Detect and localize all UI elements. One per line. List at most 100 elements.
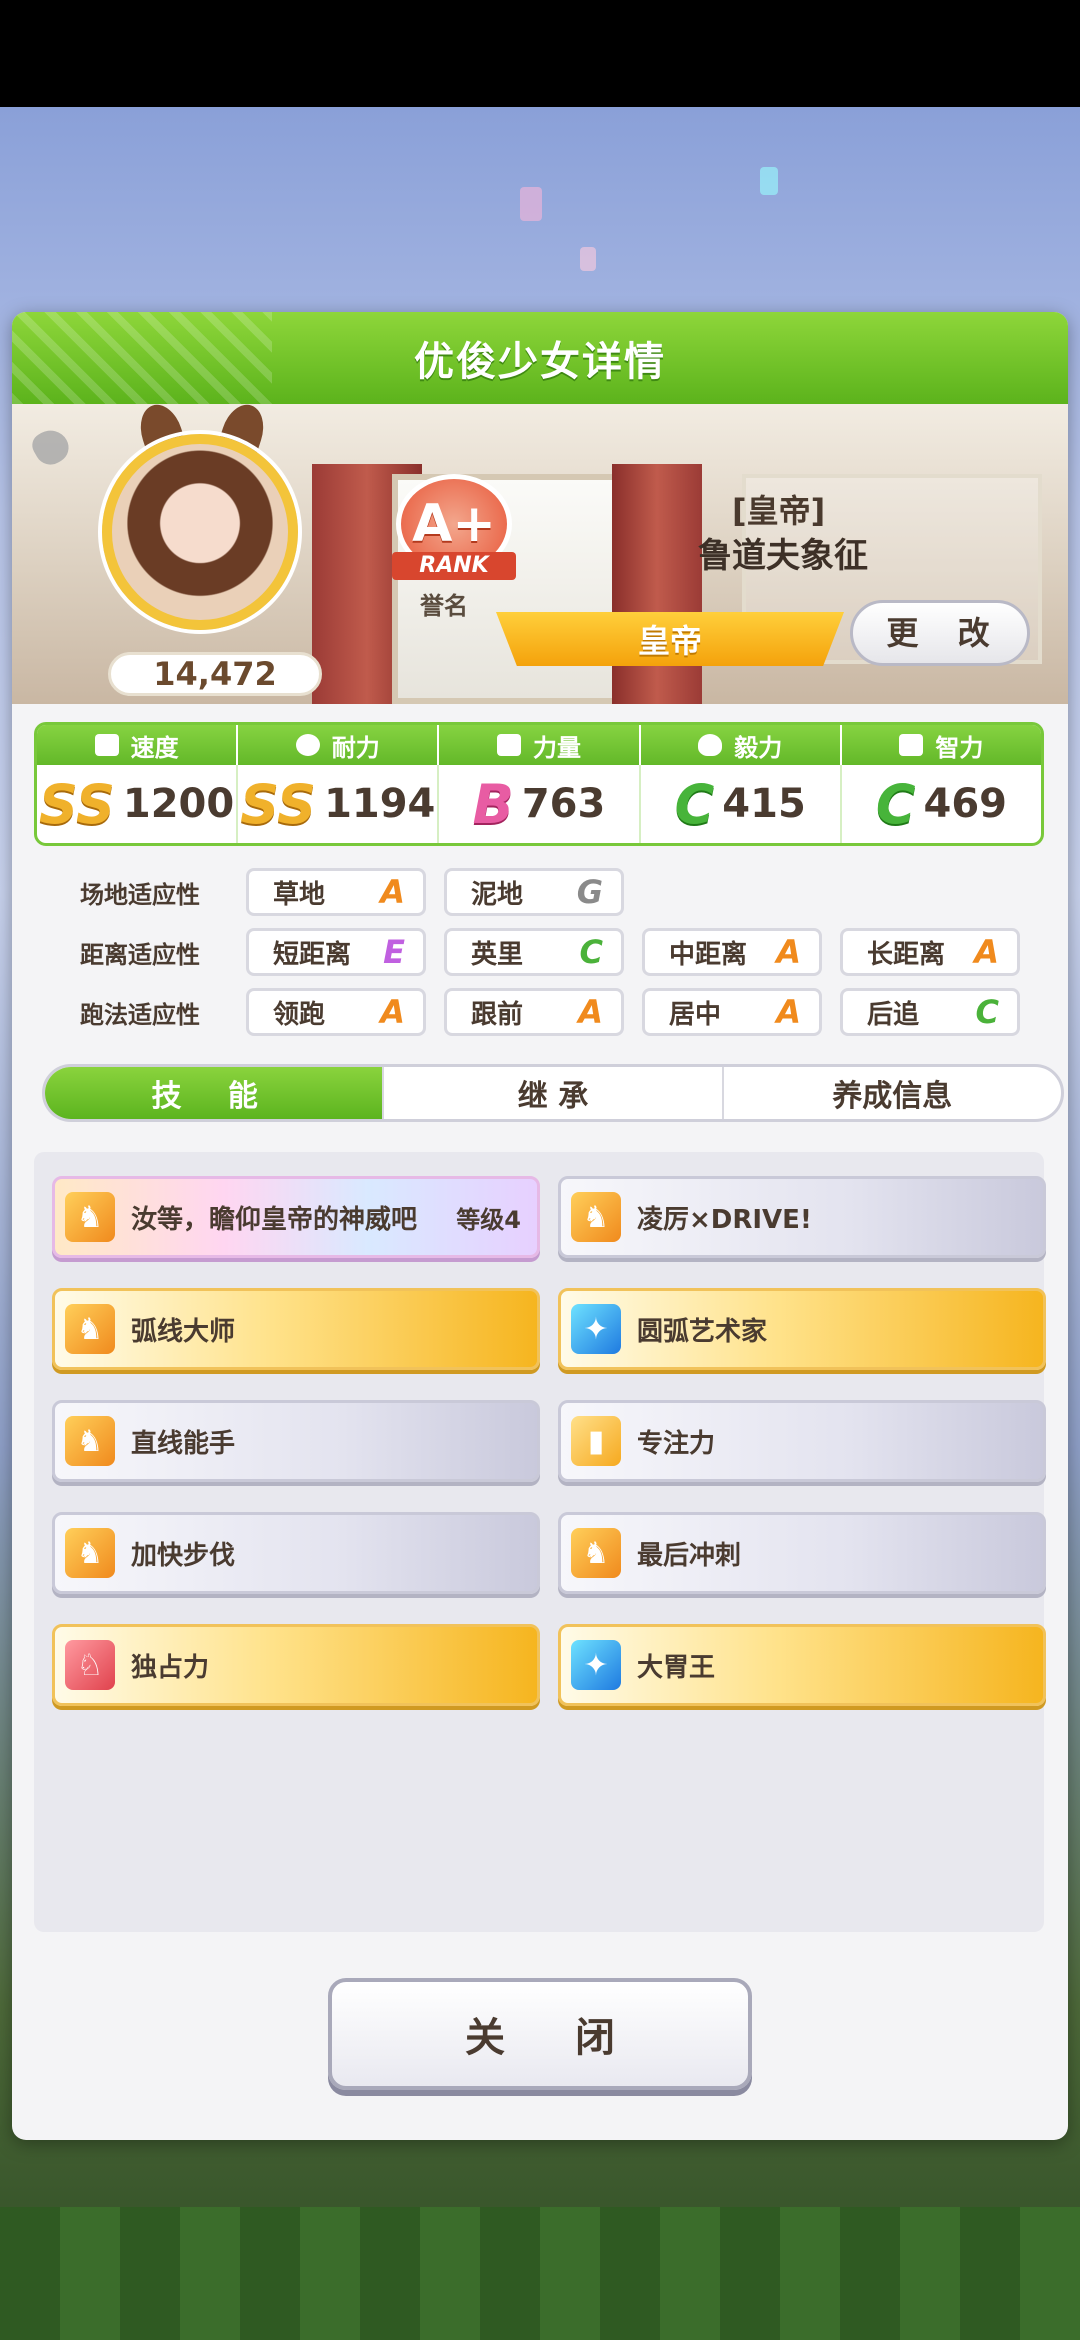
- muscle-icon: [497, 734, 521, 756]
- profile-banner: 14,472 A+ RANK 誉名 [皇帝] 鲁道夫象征 皇帝 更 改: [12, 404, 1068, 704]
- skill-card[interactable]: ✦ 圆弧艺术家: [558, 1288, 1046, 1370]
- skill-grid: ♞ 汝等，瞻仰皇帝的神威吧 等级4 ♞ 凌厉×DRIVE! ♞ 弧线大师 ✦ 圆…: [52, 1176, 1046, 1706]
- character-avatar[interactable]: [102, 434, 298, 630]
- stats-panel: 速度 耐力 力量 毅力 智力 SS 1200 SS 1194 B 763 C 415 C…: [34, 722, 1044, 846]
- aptitude-name: 英里: [471, 939, 524, 970]
- aptitude-label: 距离适应性: [80, 940, 200, 969]
- aptitude-grade: C: [975, 993, 999, 1031]
- skill-card[interactable]: ♞ 加快步伐: [52, 1512, 540, 1594]
- stat-value: 1194: [324, 781, 436, 827]
- aptitude-name: 居中: [669, 999, 722, 1030]
- curtain-decoration: [612, 464, 702, 704]
- stat-power: B 763: [439, 765, 641, 843]
- title-bracket: [皇帝]: [732, 492, 826, 530]
- focus-gate-icon: ▮: [571, 1416, 621, 1466]
- header-pattern: [12, 312, 272, 404]
- status-bar: [0, 0, 1080, 107]
- stat-header-stamina: 耐力: [238, 725, 440, 765]
- stats-values: SS 1200 SS 1194 B 763 C 415 C 469: [37, 765, 1041, 843]
- stat-grade: SS: [240, 772, 317, 836]
- aptitude-label: 跑法适应性: [80, 1000, 200, 1029]
- stat-header-wisdom: 智力: [842, 725, 1041, 765]
- sparkle-decoration: [760, 167, 778, 195]
- stat-header-power: 力量: [439, 725, 641, 765]
- stat-name: 力量: [533, 733, 581, 762]
- dialog-header: 优俊少女详情: [12, 312, 1068, 404]
- tab-skills[interactable]: 技 能: [45, 1067, 385, 1119]
- aptitude-cell: 后追 C: [840, 988, 1020, 1036]
- style-aptitude-row: 跑法适应性 领跑 A 跟前 A 居中 A 后追 C: [34, 986, 1044, 1038]
- stat-stamina: SS 1194: [238, 765, 440, 843]
- sparkle-decoration: [520, 187, 542, 221]
- skill-card[interactable]: ♞ 弧线大师: [52, 1288, 540, 1370]
- change-title-button[interactable]: 更 改: [850, 600, 1030, 666]
- character-name: 鲁道夫象征: [698, 536, 868, 576]
- aptitude-name: 泥地: [471, 879, 524, 910]
- stat-value: 1200: [122, 781, 235, 827]
- skill-card[interactable]: ✦ 大胃王: [558, 1624, 1046, 1706]
- skill-card[interactable]: ♞ 最后冲刺: [558, 1512, 1046, 1594]
- shoe-icon: [94, 734, 119, 756]
- aptitude-grade: A: [776, 933, 801, 971]
- speed-horse-icon: ♞: [65, 1416, 115, 1466]
- speed-horse-icon: ♞: [65, 1304, 115, 1354]
- skill-name: 圆弧艺术家: [637, 1316, 768, 1347]
- sparkle-icon: ✦: [571, 1640, 621, 1690]
- skill-name: 独占力: [131, 1652, 210, 1683]
- tab-training-info[interactable]: 养成信息: [724, 1067, 1061, 1119]
- distance-aptitude-row: 距离适应性 短距离 E 英里 C 中距离 A 长距离 A: [34, 926, 1044, 978]
- heart-icon: [295, 734, 320, 756]
- aptitude-name: 领跑: [273, 999, 326, 1030]
- stat-wisdom: C 469: [842, 765, 1041, 843]
- skill-card[interactable]: ♘ 独占力: [52, 1624, 540, 1706]
- stat-header-speed: 速度: [37, 725, 239, 765]
- stat-grade: SS: [39, 772, 115, 836]
- skill-card[interactable]: ♞ 直线能手: [52, 1400, 540, 1482]
- current-title: 皇帝: [496, 612, 844, 666]
- aptitude-cell: 草地 A: [246, 868, 426, 916]
- skill-name: 凌厉×DRIVE!: [637, 1204, 812, 1235]
- graduation-cap-icon: [899, 734, 924, 756]
- sparkle-decoration: [580, 247, 596, 271]
- aptitude-name: 短距离: [273, 939, 352, 970]
- stat-grade: C: [875, 772, 916, 836]
- stat-name: 速度: [130, 733, 179, 762]
- stat-name: 智力: [935, 733, 984, 762]
- aptitude-cell: 居中 A: [642, 988, 822, 1036]
- aptitude-name: 长距离: [867, 939, 946, 970]
- umamusume-detail-dialog: 优俊少女详情 14,472 A+ RANK 誉名 [皇帝] 鲁道夫象征 皇帝 更…: [12, 312, 1068, 2140]
- aptitude-grade: A: [776, 993, 801, 1031]
- stat-grade: B: [472, 772, 514, 836]
- aptitude-name: 草地: [273, 879, 326, 910]
- skill-level: 等级4: [456, 1205, 521, 1234]
- aptitude-cell: 中距离 A: [642, 928, 822, 976]
- stat-name: 毅力: [734, 733, 783, 762]
- tab-inheritance[interactable]: 继 承: [384, 1067, 724, 1119]
- aptitude-cell: 泥地 G: [444, 868, 624, 916]
- aptitude-section: 场地适应性 草地 A 泥地 G 距离适应性 短距离 E 英里 C 中距离 A 长距离 A 跑…: [34, 866, 1044, 1046]
- debuff-horse-icon: ♘: [65, 1640, 115, 1690]
- aptitude-grade: C: [579, 933, 603, 971]
- aptitude-grade: E: [383, 933, 405, 971]
- skill-list-panel: ♞ 汝等，瞻仰皇帝的神威吧 等级4 ♞ 凌厉×DRIVE! ♞ 弧线大师 ✦ 圆…: [34, 1152, 1046, 1932]
- carrot-icon: [27, 423, 75, 471]
- skill-card-unique[interactable]: ♞ 汝等，瞻仰皇帝的神威吧 等级4: [52, 1176, 540, 1258]
- skill-card[interactable]: ▮ 专注力: [558, 1400, 1046, 1482]
- aptitude-grade: A: [578, 993, 603, 1031]
- stat-value: 415: [722, 781, 806, 827]
- skill-name: 最后冲刺: [637, 1540, 742, 1571]
- close-button[interactable]: 关 闭: [328, 1978, 752, 2090]
- aptitude-grade: A: [380, 993, 405, 1031]
- speed-horse-icon: ♞: [571, 1528, 621, 1578]
- aptitude-cell: 跟前 A: [444, 988, 624, 1036]
- title-caption: 誉名: [420, 592, 468, 620]
- aptitude-cell: 长距离 A: [840, 928, 1020, 976]
- flame-icon: [698, 734, 723, 756]
- skill-name: 加快步伐: [131, 1540, 236, 1571]
- aptitude-grade: A: [380, 873, 405, 911]
- aptitude-label: 场地适应性: [80, 880, 200, 909]
- skill-name: 弧线大师: [131, 1316, 236, 1347]
- skill-card[interactable]: ♞ 凌厉×DRIVE!: [558, 1176, 1046, 1258]
- aptitude-cell: 领跑 A: [246, 988, 426, 1036]
- stat-header-guts: 毅力: [641, 725, 842, 765]
